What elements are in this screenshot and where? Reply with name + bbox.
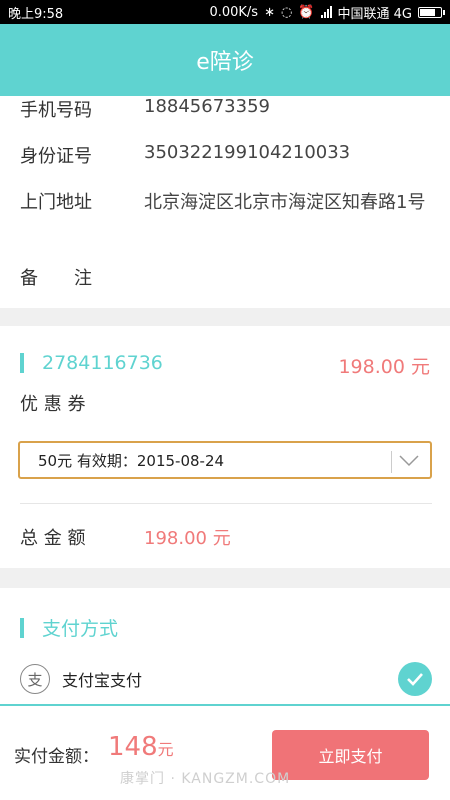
alipay-icon: 支 [20, 664, 50, 694]
carrier-label: 中国联通 4G [337, 6, 412, 22]
alipay-option[interactable]: 支 支付宝支付 [20, 661, 432, 697]
alarm-icon: ⏰ [298, 4, 315, 20]
address-value: 北京海淀区北京市海淀区知春路1号 [144, 192, 426, 213]
coupon-label: 优 惠 券 [20, 394, 86, 415]
section-divider [0, 568, 450, 588]
order-price: 198.00 元 [338, 356, 430, 378]
chevron-down-icon [399, 455, 419, 467]
app-header: e陪诊 [0, 24, 450, 96]
actual-amount: 148元 [108, 732, 174, 762]
status-indicators: 0.00K/s ∗ ◌ ⏰ 中国联通 4G [209, 3, 445, 22]
order-content[interactable]: 手机号码 18845673359 身份证号 350322199104210033… [0, 96, 450, 704]
order-id: 2784116736 [42, 352, 163, 374]
accent-bar [20, 353, 24, 373]
status-time: 晚上9:58 [8, 6, 64, 22]
section-divider [0, 308, 450, 326]
address-label: 上门地址 [20, 192, 92, 213]
coupon-row: 优 惠 券 [20, 390, 144, 416]
phone-row: 手机号码 18845673359 [20, 96, 270, 122]
phone-value: 18845673359 [144, 96, 270, 117]
network-speed: 0.00K/s [209, 4, 259, 20]
checkmark-icon[interactable] [398, 662, 432, 696]
select-divider [391, 451, 392, 473]
remark-label: 备 注 [20, 268, 92, 289]
id-row: 身份证号 350322199104210033 [20, 142, 350, 168]
order-id-header: 2784116736 [20, 352, 163, 374]
divider-line [20, 503, 432, 504]
signal-icon [320, 6, 332, 18]
actual-amount-unit: 元 [157, 740, 174, 759]
pay-now-button[interactable]: 立即支付 [272, 730, 429, 780]
total-value: 198.00 元 [144, 528, 231, 549]
accent-bar [20, 617, 24, 638]
bluetooth-icon: ∗ [264, 4, 275, 20]
id-label: 身份证号 [20, 146, 92, 167]
total-row: 总 金 额 198.00 元 [20, 524, 231, 550]
id-value: 350322199104210033 [144, 142, 351, 163]
payment-section-header: 支付方式 [20, 614, 118, 641]
page-title: e陪诊 [196, 50, 254, 75]
coupon-selected-value: 50元 有效期：2015-08-24 [38, 451, 225, 470]
battery-icon [418, 6, 445, 18]
payment-section-title: 支付方式 [42, 618, 119, 640]
mute-icon: ◌ [280, 4, 293, 20]
actual-amount-value: 148 [108, 732, 158, 762]
payment-footer: 实付金额： 148元 立即支付 康掌门 · KANGZM.COM [0, 704, 450, 800]
watermark: 康掌门 · KANGZM.COM [120, 771, 291, 787]
address-row: 上门地址 北京海淀区北京市海淀区知春路1号 [20, 188, 440, 218]
battery-level [420, 8, 436, 16]
payment-method-label: 支付宝支付 [62, 671, 143, 690]
status-bar: 晚上9:58 0.00K/s ∗ ◌ ⏰ 中国联通 4G [0, 0, 450, 24]
total-label: 总 金 额 [20, 528, 86, 549]
actual-amount-label: 实付金额： [14, 747, 99, 767]
coupon-select[interactable]: 50元 有效期：2015-08-24 [18, 441, 432, 479]
remark-row[interactable]: 备 注 [20, 264, 144, 290]
phone-label: 手机号码 [20, 100, 92, 121]
